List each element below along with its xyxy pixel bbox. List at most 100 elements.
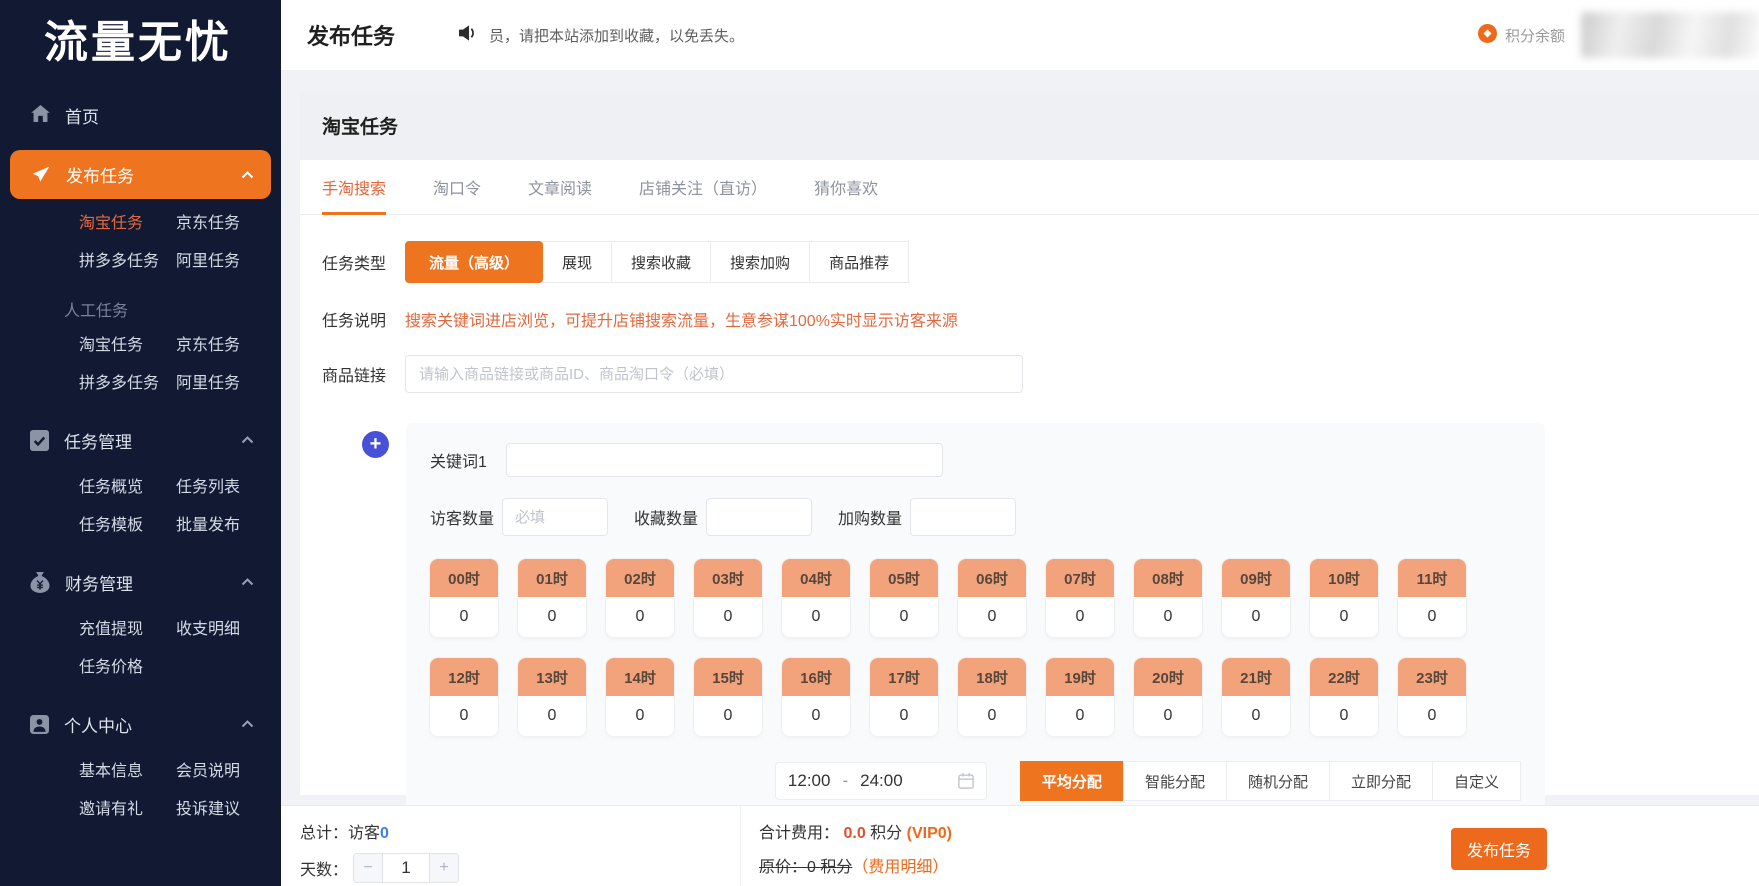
- sidebar-link-ali-task[interactable]: 阿里任务: [176, 243, 281, 281]
- tab-文章阅读[interactable]: 文章阅读: [528, 160, 592, 214]
- days-label: 天数：: [300, 862, 349, 879]
- hour-value-input[interactable]: 0: [958, 696, 1026, 736]
- days-plus-button[interactable]: +: [429, 853, 460, 883]
- sidebar-link-task-list[interactable]: 任务列表: [176, 469, 281, 507]
- hour-cell-07时: 07时 0: [1046, 559, 1114, 637]
- distribution-自定义[interactable]: 自定义: [1431, 761, 1521, 801]
- chevron-up-icon: [241, 578, 254, 586]
- tab-淘口令[interactable]: 淘口令: [433, 160, 481, 214]
- points-balance: 积分余额: [1477, 12, 1759, 58]
- hour-cell-02时: 02时 0: [606, 559, 674, 637]
- hour-value-input[interactable]: 0: [430, 597, 498, 637]
- hour-cell-05时: 05时 0: [870, 559, 938, 637]
- sidebar-link-recharge-withdraw[interactable]: 充值提现: [79, 611, 176, 649]
- cart-count-label: 加购数量: [838, 511, 903, 528]
- sidebar-link-invite-reward[interactable]: 邀请有礼: [79, 791, 176, 829]
- hour-value-input[interactable]: 0: [1398, 696, 1466, 736]
- user-icon: [30, 714, 49, 734]
- chevron-up-icon: [241, 720, 254, 728]
- visitor-count-input[interactable]: [502, 498, 609, 536]
- calendar-icon: [958, 773, 974, 789]
- task-type-搜索收藏[interactable]: 搜索收藏: [611, 241, 712, 283]
- sidebar-link-basic-info[interactable]: 基本信息: [79, 753, 176, 791]
- hour-value-input[interactable]: 0: [518, 597, 586, 637]
- sidebar-link-manual-pdd[interactable]: 拼多多任务: [79, 365, 176, 403]
- hour-cell-18时: 18时 0: [958, 658, 1026, 736]
- task-type-group: 流量（高级） 展现 搜索收藏 搜索加购 商品推荐: [405, 241, 910, 283]
- distribution-随机分配[interactable]: 随机分配: [1225, 761, 1330, 801]
- hour-value-input[interactable]: 0: [430, 696, 498, 736]
- hour-value-input[interactable]: 0: [1046, 696, 1114, 736]
- favorite-count-input[interactable]: [706, 498, 813, 536]
- days-value[interactable]: 1: [383, 853, 430, 883]
- sidebar-link-manual-jd[interactable]: 京东任务: [176, 327, 281, 365]
- time-dash: -: [842, 771, 849, 790]
- hour-value-input[interactable]: 0: [1310, 696, 1378, 736]
- sidebar-link-task-price[interactable]: 任务价格: [79, 649, 176, 687]
- sidebar-item-home[interactable]: 首页: [0, 70, 281, 128]
- keyword-section: + 关键词1 访客数量 收藏数量 加购数量 00时001时002时003: [362, 423, 1759, 827]
- sidebar-link-manual-taobao[interactable]: 淘宝任务: [79, 327, 176, 365]
- distribution-平均分配[interactable]: 平均分配: [1019, 761, 1124, 801]
- hour-value-input[interactable]: 0: [1134, 696, 1202, 736]
- cost-detail-link[interactable]: （费用明细）: [852, 859, 948, 876]
- hour-value-input[interactable]: 0: [1398, 597, 1466, 637]
- days-minus-button[interactable]: −: [353, 853, 384, 883]
- total-label: 总计：访客: [300, 825, 381, 842]
- sidebar-link-pdd-task[interactable]: 拼多多任务: [79, 243, 176, 281]
- distribution-立即分配[interactable]: 立即分配: [1328, 761, 1433, 801]
- task-type-商品推荐[interactable]: 商品推荐: [809, 241, 910, 283]
- hour-cell-20时: 20时 0: [1134, 658, 1202, 736]
- task-desc-row: 任务说明 搜索关键词进店浏览，可提升店铺搜索流量，生意参谋100%实时显示访客来…: [322, 307, 1759, 331]
- hour-value-input[interactable]: 0: [958, 597, 1026, 637]
- tab-手淘搜索[interactable]: 手淘搜索: [322, 160, 387, 215]
- sidebar-group-label: 发布任务: [66, 167, 134, 186]
- task-type-流量（高级）[interactable]: 流量（高级）: [405, 241, 544, 283]
- hour-value-input[interactable]: 0: [1134, 597, 1202, 637]
- sidebar-link-complaint[interactable]: 投诉建议: [176, 791, 281, 829]
- hour-cell-12时: 12时 0: [430, 658, 498, 736]
- hour-value-input[interactable]: 0: [870, 696, 938, 736]
- hour-value-input[interactable]: 0: [694, 597, 762, 637]
- sidebar-group-task-management[interactable]: 任务管理: [0, 417, 281, 463]
- hour-value-input[interactable]: 0: [1046, 597, 1114, 637]
- sidebar-group-finance[interactable]: 财务管理: [0, 559, 281, 605]
- hour-label: 09时: [1222, 559, 1290, 597]
- keyword-input[interactable]: [506, 443, 943, 477]
- distribution-智能分配[interactable]: 智能分配: [1122, 761, 1227, 801]
- total-visitor-value: 0: [380, 825, 389, 842]
- hour-value-input[interactable]: 0: [1222, 696, 1290, 736]
- tab-猜你喜欢[interactable]: 猜你喜欢: [814, 160, 878, 214]
- sidebar-link-jd-task[interactable]: 京东任务: [176, 205, 281, 243]
- hour-value-input[interactable]: 0: [782, 597, 850, 637]
- add-keyword-button[interactable]: +: [362, 431, 389, 458]
- hour-value-input[interactable]: 0: [606, 696, 674, 736]
- hour-value-input[interactable]: 0: [1310, 597, 1378, 637]
- product-link-input[interactable]: [405, 355, 1023, 393]
- sidebar-link-income-expense[interactable]: 收支明细: [176, 611, 281, 649]
- tab-店铺关注（直访）[interactable]: 店铺关注（直访）: [639, 160, 767, 214]
- hour-cell-01时: 01时 0: [518, 559, 586, 637]
- hour-value-input[interactable]: 0: [518, 696, 586, 736]
- hour-value-input[interactable]: 0: [870, 597, 938, 637]
- hour-value-input[interactable]: 0: [606, 597, 674, 637]
- hour-cell-15时: 15时 0: [694, 658, 762, 736]
- hour-value-input[interactable]: 0: [694, 696, 762, 736]
- sidebar-link-task-template[interactable]: 任务模板: [79, 507, 176, 545]
- publish-task-button[interactable]: 发布任务: [1451, 828, 1547, 870]
- time-range-picker[interactable]: 12:00 - 24:00: [774, 762, 987, 800]
- sidebar-link-member-info[interactable]: 会员说明: [176, 753, 281, 791]
- hour-value-input[interactable]: 0: [1222, 597, 1290, 637]
- sidebar-link-taobao-task[interactable]: 淘宝任务: [79, 205, 176, 243]
- sidebar-group-publish-task[interactable]: 发布任务: [10, 150, 271, 199]
- sidebar-link-manual-ali[interactable]: 阿里任务: [176, 365, 281, 403]
- hour-value-input[interactable]: 0: [782, 696, 850, 736]
- task-type-搜索加购[interactable]: 搜索加购: [710, 241, 811, 283]
- sidebar-link-batch-publish[interactable]: 批量发布: [176, 507, 281, 545]
- sidebar-group-personal-center[interactable]: 个人中心: [0, 701, 281, 747]
- task-type-展现[interactable]: 展现: [542, 241, 613, 283]
- sidebar-link-task-overview[interactable]: 任务概览: [79, 469, 176, 507]
- cost-line: 合计费用： 0.0 积分 (VIP0): [759, 819, 952, 843]
- card-title: 淘宝任务: [300, 90, 1759, 160]
- cart-count-input[interactable]: [910, 498, 1017, 536]
